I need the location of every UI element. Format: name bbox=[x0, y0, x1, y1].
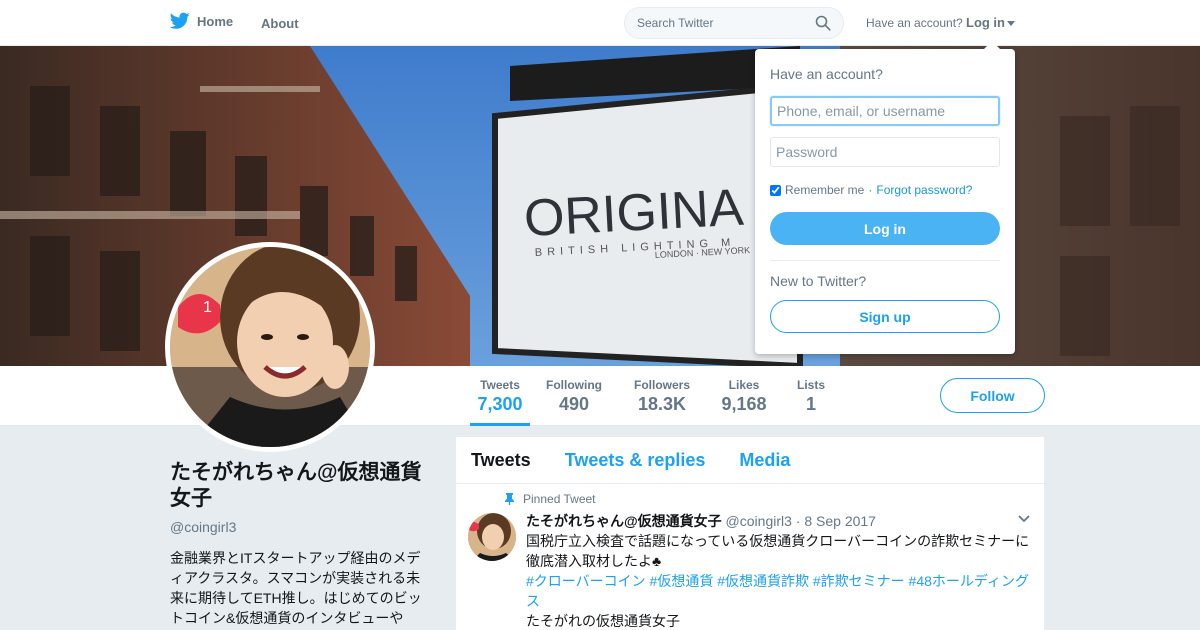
tweet-date[interactable]: · 8 Sep 2017 bbox=[796, 513, 876, 529]
profile-name: たそがれちゃん@仮想通貨女子 bbox=[170, 461, 422, 510]
search-icon[interactable] bbox=[815, 15, 831, 31]
tweet-card-title[interactable]: たそがれの仮想通貨女子 bbox=[526, 611, 680, 630]
search-input[interactable] bbox=[637, 16, 807, 30]
stat-value: 1 bbox=[805, 394, 816, 414]
stat-following[interactable]: Following 490 bbox=[545, 378, 603, 415]
nav-home-link[interactable]: Home bbox=[170, 12, 233, 30]
divider bbox=[770, 260, 1000, 261]
tweet-header: たそがれちゃん@仮想通貨女子 @coingirl3 · 8 Sep 2017 bbox=[526, 511, 876, 531]
stat-label: Following bbox=[546, 378, 602, 392]
password-field[interactable] bbox=[770, 137, 1000, 167]
forgot-password-link[interactable]: Forgot password? bbox=[876, 183, 972, 197]
login-dropdown-toggle[interactable]: Log in bbox=[966, 15, 1015, 30]
twitter-bird-icon bbox=[170, 12, 190, 29]
stat-label: Likes bbox=[728, 378, 760, 392]
pin-icon bbox=[505, 493, 514, 505]
new-to-twitter-text: New to Twitter? bbox=[770, 273, 867, 289]
tweet-text: 国税庁立入検査で話題になっている仮想通貨クローバーコインの詐欺セミナーに徹底潜入… bbox=[526, 533, 1030, 569]
chevron-down-icon[interactable] bbox=[1018, 515, 1030, 523]
avatar-photo: 1 bbox=[170, 247, 370, 447]
tab-media[interactable]: Media bbox=[739, 450, 790, 471]
username-field[interactable] bbox=[770, 96, 1000, 126]
caret-down-icon bbox=[1007, 21, 1015, 27]
search-box[interactable] bbox=[624, 7, 844, 39]
stat-value: 490 bbox=[558, 394, 590, 414]
login-toggle-label: Log in bbox=[966, 15, 1005, 30]
tweet-avatar[interactable] bbox=[468, 513, 516, 561]
stat-value: 7,300 bbox=[477, 394, 523, 414]
follow-button[interactable]: Follow bbox=[940, 378, 1045, 413]
login-button[interactable]: Log in bbox=[770, 212, 1000, 245]
tweet-hashtags[interactable]: #クローバーコイン #仮想通貨 #仮想通貨詐欺 #詐欺セミナー #48ホールディ… bbox=[526, 571, 1034, 611]
stat-likes[interactable]: Likes 9,168 bbox=[720, 378, 768, 415]
tweet-avatar-photo bbox=[468, 513, 516, 561]
tweet-username[interactable]: @coingirl3 bbox=[726, 513, 792, 529]
stat-followers[interactable]: Followers 18.3K bbox=[633, 378, 691, 415]
signup-button[interactable]: Sign up bbox=[770, 300, 1000, 333]
stat-label: Lists bbox=[796, 378, 825, 392]
nav-about-link[interactable]: About bbox=[261, 16, 299, 31]
login-title: Have an account? bbox=[770, 66, 883, 82]
pinned-label: Pinned Tweet bbox=[523, 492, 596, 506]
stat-value: 9,168 bbox=[721, 394, 767, 414]
tab-tweets[interactable]: Tweets bbox=[471, 450, 531, 471]
profile-bio: 金融業界とITスタートアップ経由のメディアクラスタ。スマコンが実装される未来に期… bbox=[170, 550, 422, 626]
have-account-text: Have an account? bbox=[866, 16, 963, 30]
stat-label: Followers bbox=[633, 378, 690, 392]
timeline-tabs: Tweets Tweets & replies Media bbox=[456, 437, 1044, 484]
home-label: Home bbox=[197, 13, 234, 29]
top-navigation: Home About Have an account? Log in bbox=[0, 0, 1200, 46]
profile-handle[interactable]: @coingirl3 bbox=[170, 519, 236, 535]
pinned-indicator: Pinned Tweet bbox=[504, 492, 596, 506]
remember-me-label[interactable]: Remember me bbox=[785, 183, 864, 197]
remember-row: Remember me · Forgot password? bbox=[770, 183, 972, 197]
separator: · bbox=[868, 183, 873, 197]
notification-count: 1 bbox=[203, 299, 212, 316]
remember-me-checkbox[interactable] bbox=[770, 184, 781, 196]
stat-value: 18.3K bbox=[637, 394, 687, 414]
timeline: Tweets Tweets & replies Media Pinned Twe… bbox=[456, 437, 1044, 630]
tweet-fullname[interactable]: たそがれちゃん@仮想通貨女子 bbox=[526, 513, 722, 529]
stat-tweets[interactable]: Tweets 7,300 bbox=[470, 378, 530, 426]
profile-avatar[interactable]: 1 bbox=[165, 242, 375, 452]
stat-lists[interactable]: Lists 1 bbox=[796, 378, 826, 415]
login-dropdown: Have an account? Remember me · Forgot pa… bbox=[755, 41, 1015, 354]
stat-label: Tweets bbox=[480, 378, 520, 392]
tab-tweets-replies[interactable]: Tweets & replies bbox=[565, 450, 706, 471]
